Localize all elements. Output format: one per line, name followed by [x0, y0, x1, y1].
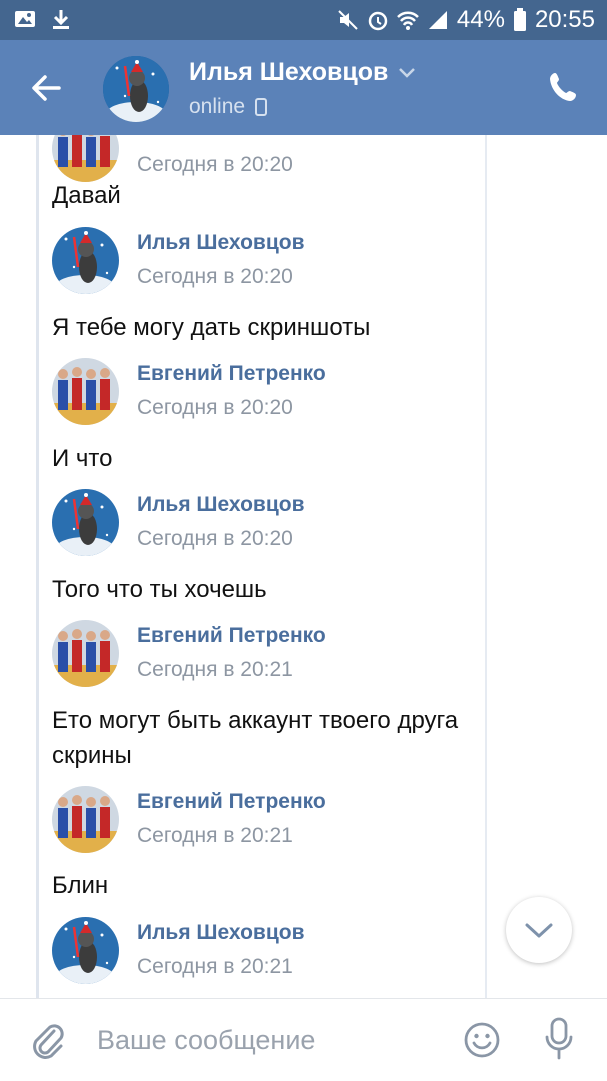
- message-composer: Ваше сообщение: [0, 998, 607, 1081]
- chevron-down-icon[interactable]: [398, 67, 416, 79]
- message-time: Сегодня в 20:21: [137, 658, 293, 681]
- message-text: И что: [52, 445, 113, 472]
- message-header: Илья Шеховцов Сегодня в 20:21: [52, 917, 472, 987]
- message-time: Сегодня в 20:21: [137, 955, 293, 978]
- chevron-down-icon: [525, 923, 553, 938]
- forwarded-bar: [36, 135, 39, 998]
- message-time: Сегодня в 20:20: [137, 265, 293, 288]
- message-list[interactable]: Сегодня в 20:20 Давай Илья Шеховцов Сего…: [0, 135, 607, 998]
- message-time: Сегодня в 20:20: [137, 527, 293, 550]
- mic-icon[interactable]: [543, 1017, 575, 1061]
- smile-icon[interactable]: [463, 1021, 501, 1059]
- avatar[interactable]: [52, 786, 119, 853]
- avatar[interactable]: [52, 489, 119, 556]
- attach-icon[interactable]: [30, 1021, 66, 1061]
- contact-name-text: Илья Шеховцов: [189, 58, 389, 86]
- contact-name[interactable]: Илья Шеховцов: [189, 58, 416, 87]
- message-author[interactable]: Евгений Петренко: [137, 624, 326, 648]
- scroll-down-button[interactable]: [506, 897, 572, 963]
- message-author[interactable]: Илья Шеховцов: [137, 231, 304, 255]
- message-author[interactable]: Евгений Петренко: [137, 362, 326, 386]
- avatar[interactable]: [52, 358, 119, 425]
- message-text: Того что ты хочешь: [52, 576, 267, 603]
- wifi-icon: [396, 11, 419, 30]
- signal-icon: [428, 11, 447, 29]
- message-header: Евгений Петренко Сегодня в 20:21: [52, 786, 472, 856]
- message-text: Я тебе могу дать скриншоты: [52, 314, 371, 341]
- chat-header: Илья Шеховцов online: [0, 40, 607, 135]
- message-header: Евгений Петренко Сегодня в 20:20: [52, 358, 472, 428]
- avatar[interactable]: [52, 917, 119, 984]
- phone-device-icon: [255, 98, 268, 116]
- status-bar: 44% 20:55: [0, 0, 607, 40]
- download-icon: [53, 10, 69, 29]
- content-divider: [485, 135, 487, 998]
- message-header: Евгений Петренко Сегодня в 20:21: [52, 620, 472, 690]
- message-input[interactable]: Ваше сообщение: [97, 1025, 315, 1056]
- avatar[interactable]: [52, 135, 119, 182]
- message-time: Сегодня в 20:20: [137, 153, 293, 176]
- contact-avatar[interactable]: [103, 56, 169, 122]
- message-text: Блин: [52, 872, 109, 899]
- back-arrow-icon[interactable]: [26, 68, 66, 108]
- message-header: Илья Шеховцов Сегодня в 20:20: [52, 227, 472, 297]
- alarm-icon: [368, 11, 388, 31]
- clock: 20:55: [534, 6, 595, 33]
- message-text: Давай: [52, 182, 121, 209]
- avatar[interactable]: [52, 620, 119, 687]
- message-author[interactable]: Илья Шеховцов: [137, 493, 304, 517]
- message-author[interactable]: Евгений Петренко: [137, 790, 326, 814]
- avatar[interactable]: [52, 227, 119, 294]
- battery-percent: 44%: [456, 6, 505, 33]
- online-status-text: online: [189, 95, 246, 118]
- message-author[interactable]: Илья Шеховцов: [137, 921, 304, 945]
- mute-icon: [338, 10, 358, 30]
- message-header: Илья Шеховцов Сегодня в 20:20: [52, 489, 472, 559]
- image-icon: [15, 11, 35, 27]
- contact-status: online: [189, 95, 268, 119]
- message-time: Сегодня в 20:20: [137, 396, 293, 419]
- battery-icon: [513, 8, 526, 31]
- call-icon[interactable]: [547, 70, 581, 104]
- message-text: Ето могут быть аккаунт твоего друга скри…: [52, 707, 459, 769]
- message-time: Сегодня в 20:21: [137, 824, 293, 847]
